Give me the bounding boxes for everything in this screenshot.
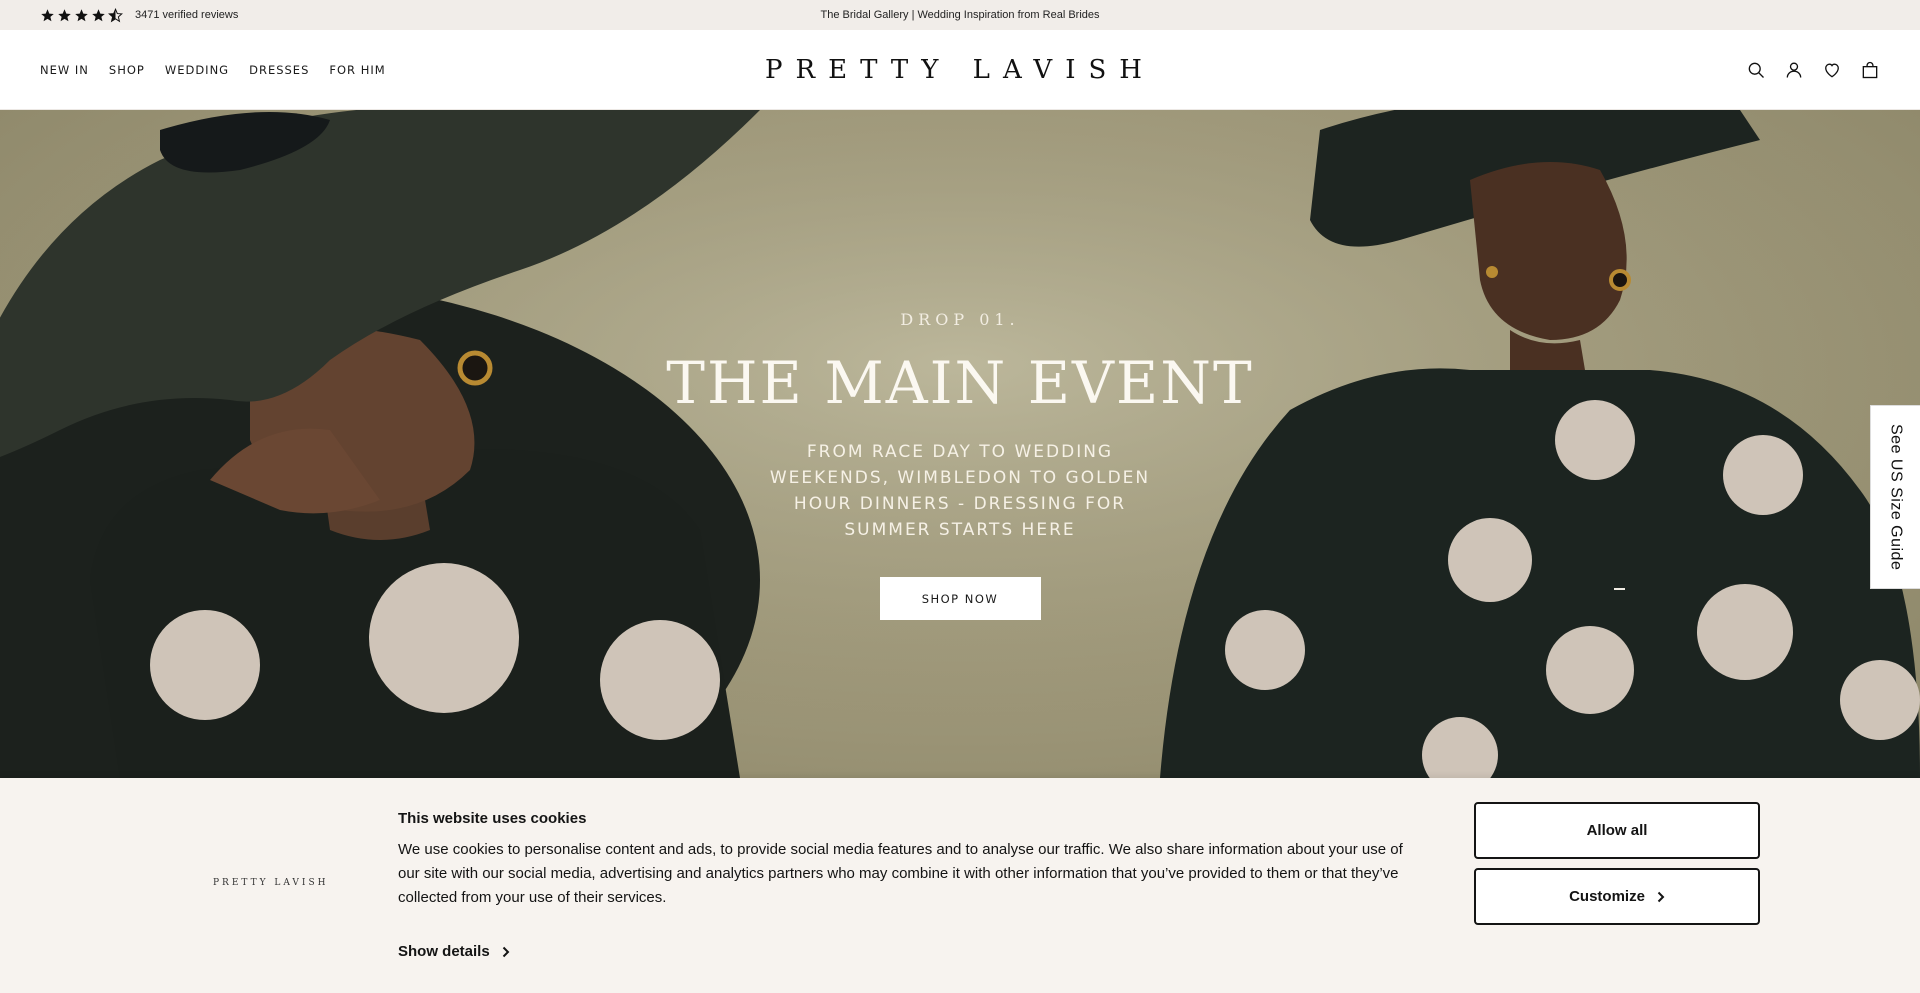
- site-logo[interactable]: PRETTY LAVISH: [765, 55, 1155, 85]
- shop-now-button[interactable]: SHOP NOW: [879, 577, 1041, 620]
- star-icon: [41, 8, 54, 21]
- reviews-count[interactable]: 3471 verified reviews: [135, 9, 238, 21]
- nav-wedding[interactable]: WEDDING: [165, 63, 229, 77]
- cookie-title: This website uses cookies: [398, 810, 587, 827]
- hero-content: DROP 01. THE MAIN EVENT FROM RACE DAY TO…: [0, 110, 1920, 778]
- cookie-description: We use cookies to personalise content an…: [398, 841, 1403, 906]
- cookie-banner-logo: PRETTY LAVISH: [213, 878, 329, 888]
- carousel-indicator[interactable]: [1614, 588, 1625, 590]
- main-nav: NEW IN SHOP WEDDING DRESSES FOR HIM: [40, 30, 386, 110]
- star-rating: [40, 7, 123, 23]
- nav-new-in[interactable]: NEW IN: [40, 63, 89, 77]
- chevron-right-icon: [1657, 891, 1665, 902]
- announcement-message-wrap: The Bridal Gallery | Wedding Inspiration…: [0, 0, 1920, 30]
- wishlist-heart-icon[interactable]: [1822, 60, 1842, 80]
- chevron-right-icon: [502, 946, 510, 957]
- star-half-icon: [108, 7, 123, 22]
- site-header: NEW IN SHOP WEDDING DRESSES FOR HIM PRET…: [0, 30, 1920, 110]
- star-icon: [75, 8, 88, 21]
- announcement-bar: 3471 verified reviews The Bridal Gallery…: [0, 0, 1920, 30]
- star-icon: [92, 8, 105, 21]
- size-guide-tab[interactable]: See US Size Guide: [1870, 405, 1920, 589]
- search-icon[interactable]: [1746, 60, 1766, 80]
- hero-subline: FROM RACE DAY TO WEDDING WEEKENDS, WIMBL…: [769, 442, 1151, 540]
- nav-dresses[interactable]: DRESSES: [249, 63, 309, 77]
- hero-eyebrow: DROP 01.: [900, 310, 1020, 329]
- allow-all-label: Allow all: [1586, 822, 1648, 839]
- show-details-label: Show details: [398, 943, 490, 960]
- hero-banner[interactable]: DROP 01. THE MAIN EVENT FROM RACE DAY TO…: [0, 110, 1920, 778]
- allow-all-button[interactable]: Allow all: [1474, 802, 1760, 859]
- size-guide-label: See US Size Guide: [1887, 423, 1905, 571]
- star-icon: [58, 8, 71, 21]
- shopping-bag-icon[interactable]: [1860, 60, 1880, 80]
- customize-label: Customize: [1569, 888, 1645, 905]
- account-icon[interactable]: [1784, 60, 1804, 80]
- reviews-summary[interactable]: 3471 verified reviews: [40, 0, 238, 30]
- header-actions: [1746, 30, 1880, 110]
- customize-button[interactable]: Customize: [1474, 868, 1760, 925]
- nav-for-him[interactable]: FOR HIM: [329, 63, 385, 77]
- announcement-message[interactable]: The Bridal Gallery | Wedding Inspiration…: [821, 9, 1100, 21]
- hero-headline: THE MAIN EVENT: [666, 349, 1254, 417]
- show-details-link[interactable]: Show details: [398, 943, 510, 960]
- nav-shop[interactable]: SHOP: [109, 63, 145, 77]
